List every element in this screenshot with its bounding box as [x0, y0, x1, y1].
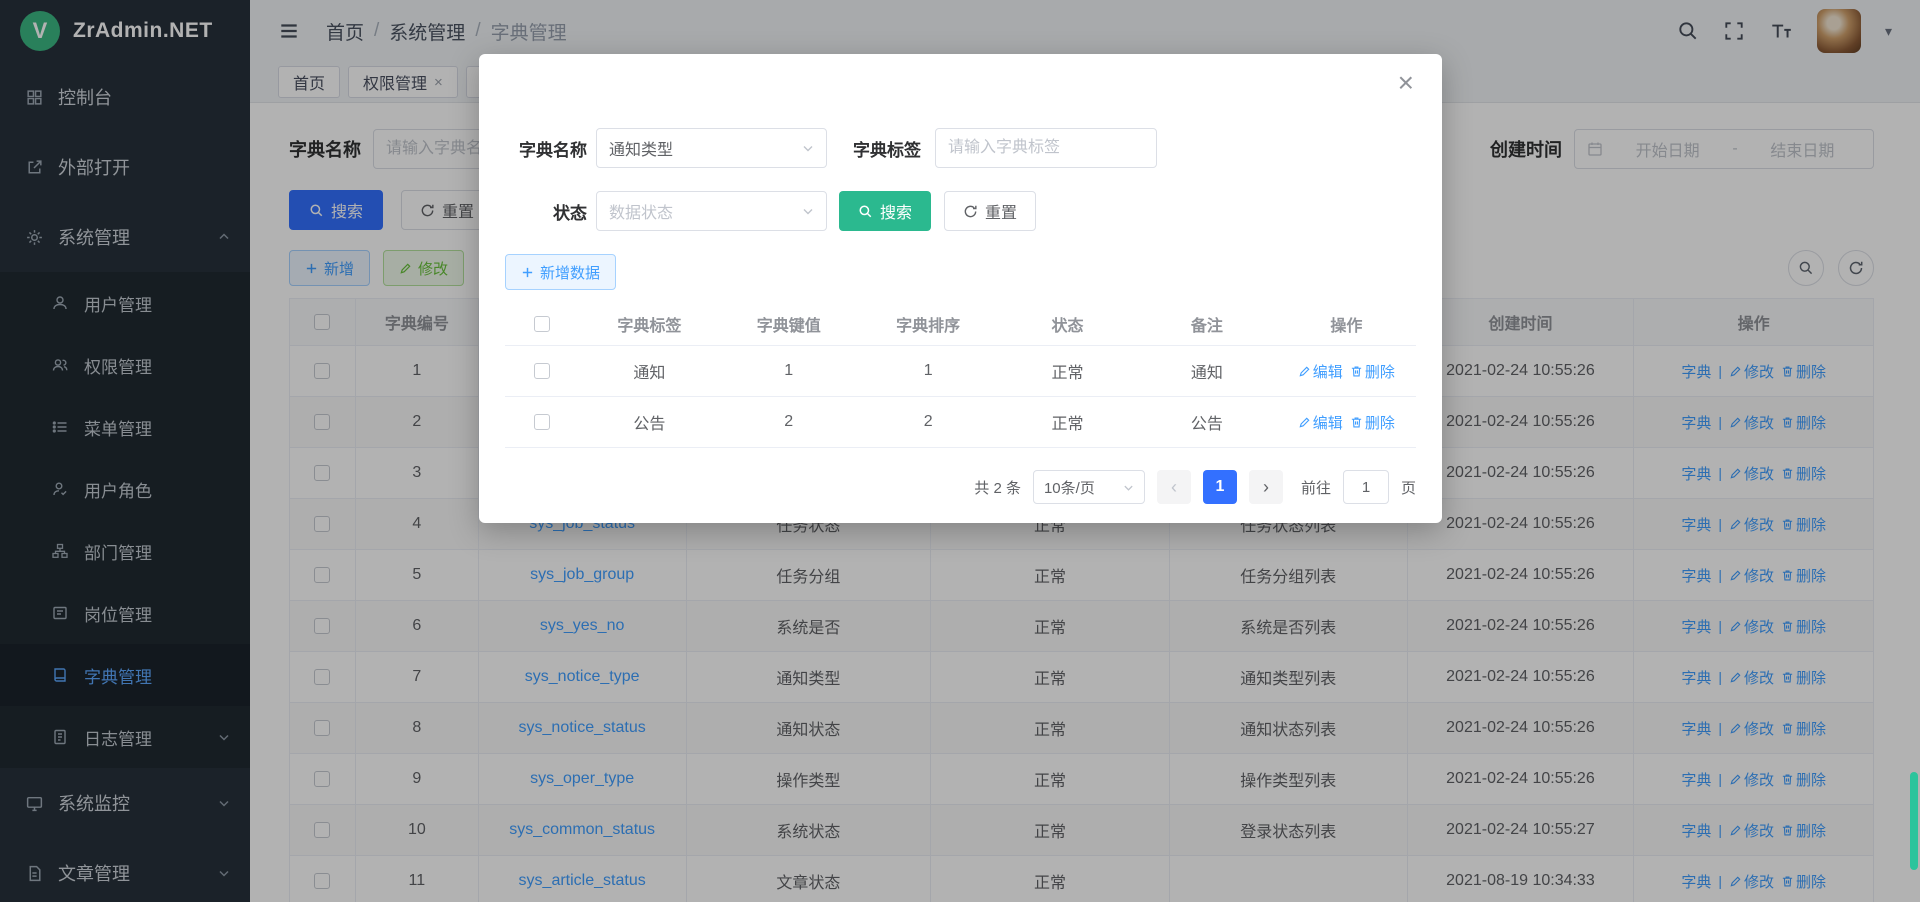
dialog-filter-row-2: 状态 数据状态 搜索 重置 [505, 191, 1416, 231]
select-placeholder: 数据状态 [609, 199, 673, 223]
vertical-scrollbar-thumb[interactable] [1910, 772, 1918, 870]
page-size-value: 10条/页 [1044, 477, 1095, 498]
status-select[interactable]: 数据状态 [596, 191, 827, 231]
chevron-down-icon [1123, 482, 1134, 493]
cell-dict-value: 2 [719, 397, 858, 447]
page-unit-label: 页 [1401, 477, 1416, 498]
chevron-down-icon [802, 205, 814, 217]
current-page-button[interactable]: 1 [1203, 470, 1237, 504]
dict-data-dialog: × 字典名称 通知类型 字典标签 状态 数据状态 搜索 重置 新 [479, 54, 1442, 523]
status-label: 状态 [505, 199, 587, 224]
row-checkbox[interactable] [534, 363, 550, 379]
add-data-button[interactable]: 新增数据 [505, 254, 616, 290]
cell-status: 正常 [998, 397, 1137, 447]
cell-dict-sort: 2 [858, 397, 997, 447]
column-dict-label: 字典标签 [580, 302, 719, 345]
add-data-button-label: 新增数据 [540, 262, 600, 283]
dialog-search-button[interactable]: 搜索 [839, 191, 931, 231]
edit-link[interactable]: 编辑 [1298, 361, 1343, 382]
cell-remark: 通知 [1137, 346, 1276, 396]
cell-remark: 公告 [1137, 397, 1276, 447]
pagination: 共 2 条 10条/页 ‹ 1 › 前往 页 [505, 470, 1416, 504]
column-remark: 备注 [1137, 302, 1276, 345]
search-button-label: 搜索 [880, 199, 912, 223]
next-page-button[interactable]: › [1249, 470, 1283, 504]
cell-dict-label: 通知 [580, 346, 719, 396]
close-icon[interactable]: × [1392, 68, 1420, 98]
dict-data-row: 公告22正常公告编辑删除 [505, 397, 1416, 448]
goto-label: 前往 [1301, 477, 1331, 498]
trash-icon [1350, 416, 1363, 429]
cell-status: 正常 [998, 346, 1137, 396]
select-all-checkbox[interactable] [534, 316, 550, 332]
dialog-filter-row-1: 字典名称 通知类型 字典标签 [505, 128, 1416, 168]
table-body: 通知11正常通知编辑删除公告22正常公告编辑删除 [505, 346, 1416, 448]
goto-page-input[interactable] [1343, 470, 1389, 504]
dialog-reset-button[interactable]: 重置 [944, 191, 1036, 231]
column-operations: 操作 [1277, 302, 1416, 345]
dict-label-label: 字典标签 [853, 136, 921, 161]
prev-page-button[interactable]: ‹ [1157, 470, 1191, 504]
row-checkbox[interactable] [534, 414, 550, 430]
pencil-icon [1298, 365, 1311, 378]
dict-data-row: 通知11正常通知编辑删除 [505, 346, 1416, 397]
cell-dict-label: 公告 [580, 397, 719, 447]
column-dict-value: 字典键值 [719, 302, 858, 345]
page-size-select[interactable]: 10条/页 [1033, 470, 1145, 504]
column-status: 状态 [998, 302, 1137, 345]
pencil-icon [1298, 416, 1311, 429]
chevron-down-icon [802, 142, 814, 154]
dict-name-label: 字典名称 [505, 136, 587, 161]
delete-link[interactable]: 删除 [1350, 361, 1395, 382]
delete-link[interactable]: 删除 [1350, 412, 1395, 433]
dict-data-table: 字典标签 字典键值 字典排序 状态 备注 操作 通知11正常通知编辑删除公告22… [505, 302, 1416, 448]
cell-dict-sort: 1 [858, 346, 997, 396]
cell-dict-value: 1 [719, 346, 858, 396]
dict-name-select[interactable]: 通知类型 [596, 128, 827, 168]
trash-icon [1350, 365, 1363, 378]
pagination-total: 共 2 条 [974, 477, 1021, 498]
select-value: 通知类型 [609, 136, 673, 160]
reset-button-label: 重置 [985, 199, 1017, 223]
table-header-row: 字典标签 字典键值 字典排序 状态 备注 操作 [505, 302, 1416, 346]
dict-label-input[interactable] [935, 128, 1157, 168]
column-dict-sort: 字典排序 [858, 302, 997, 345]
edit-link[interactable]: 编辑 [1298, 412, 1343, 433]
